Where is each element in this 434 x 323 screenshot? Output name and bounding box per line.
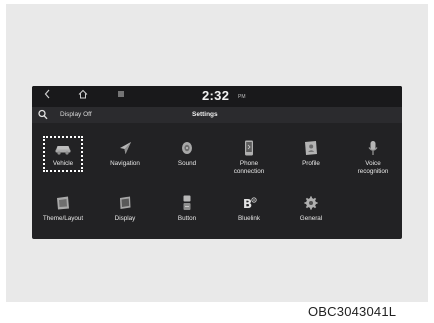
phone-icon <box>245 140 253 156</box>
settings-item-label: Button <box>177 215 197 222</box>
display-off-button[interactable]: Display Off <box>60 111 92 118</box>
settings-item-button[interactable]: Button <box>158 195 216 239</box>
settings-header-bar: Display Off Settings <box>32 107 402 123</box>
bluelink-icon: B <box>243 197 257 211</box>
settings-item-voice-recognition[interactable]: Voice recognition <box>344 140 402 188</box>
settings-item-label: Voice recognition <box>357 160 389 175</box>
microphone-icon <box>368 141 378 155</box>
button-icon <box>183 195 191 210</box>
settings-item-label: Theme/Layout <box>42 215 84 222</box>
settings-item-label: General <box>299 215 323 222</box>
settings-item-navigation[interactable]: Navigation <box>96 140 154 188</box>
profile-icon <box>305 141 317 155</box>
navigation-arrow-icon <box>120 142 131 154</box>
settings-item-phone-connection[interactable]: Phone connection <box>220 140 278 188</box>
settings-item-label: Phone connection <box>233 160 265 175</box>
clock-time: 2:32 <box>202 88 230 103</box>
settings-item-vehicle[interactable]: Vehicle <box>34 140 92 188</box>
settings-item-profile[interactable]: Profile <box>282 140 340 188</box>
car-icon <box>55 146 71 155</box>
theme-icon <box>57 196 69 210</box>
settings-item-label: Display <box>114 215 136 222</box>
chevron-left-icon[interactable] <box>44 89 51 103</box>
status-bar: 2:32 PM <box>32 86 402 107</box>
home-icon[interactable] <box>78 89 88 103</box>
infotainment-screen: 2:32 PM Display Off Settings Vehicle Nav… <box>32 86 402 239</box>
gear-icon <box>304 196 318 210</box>
settings-item-theme-layout[interactable]: Theme/Layout <box>34 195 92 239</box>
menu-icon[interactable] <box>117 89 125 103</box>
figure-code: OBC3043041L <box>308 304 397 319</box>
settings-item-sound[interactable]: Sound <box>158 140 216 188</box>
settings-item-label: Vehicle <box>52 160 74 167</box>
settings-item-display[interactable]: Display <box>96 195 154 239</box>
settings-item-label: Bluelink <box>237 215 261 222</box>
settings-item-label: Profile <box>302 160 320 167</box>
page-title: Settings <box>192 111 218 118</box>
svg-text:B: B <box>243 197 252 211</box>
clock-period: PM <box>238 94 246 100</box>
speaker-icon <box>182 142 192 154</box>
display-icon <box>120 196 131 209</box>
search-icon[interactable] <box>38 109 48 122</box>
settings-item-general[interactable]: General <box>282 195 340 239</box>
settings-item-label: Navigation <box>110 160 140 167</box>
settings-item-bluelink[interactable]: B Bluelink <box>220 195 278 239</box>
settings-item-label: Sound <box>177 160 197 167</box>
